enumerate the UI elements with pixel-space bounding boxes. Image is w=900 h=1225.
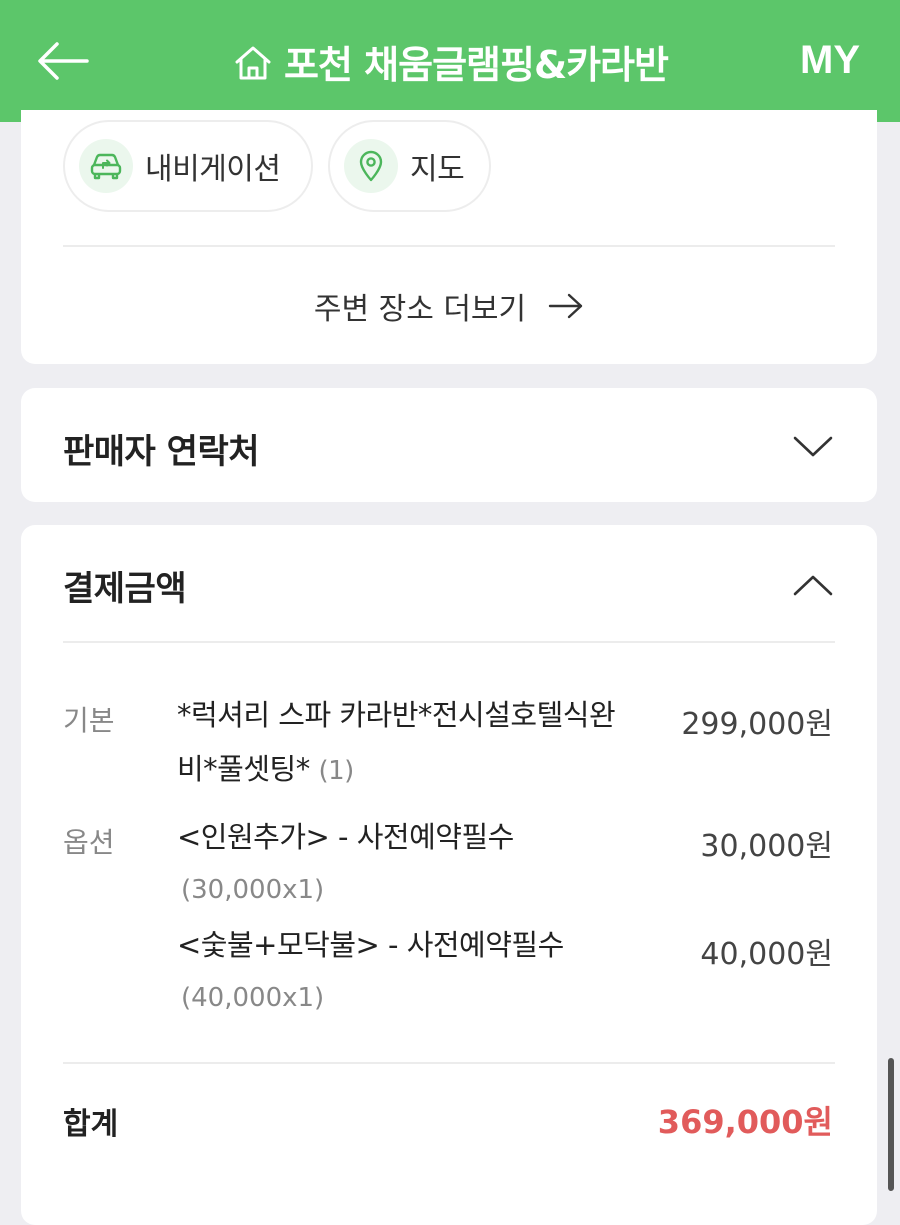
total-price: 369,000원 xyxy=(657,1103,833,1141)
car-route-icon xyxy=(79,139,133,193)
base-item-name-line1: *럭셔리 스파 카라반*전시설호텔식완 xyxy=(177,698,616,732)
navigation-button[interactable]: 내비게이션 xyxy=(63,120,313,212)
app-header: 포천 채움글램핑&카라반 MY xyxy=(0,0,900,122)
my-page-button[interactable]: MY xyxy=(800,30,860,90)
collapse-toggle-button[interactable] xyxy=(789,561,837,609)
payment-title: 결제금액 xyxy=(63,569,187,609)
options-label: 옵션 xyxy=(63,826,115,859)
seller-contact-card[interactable]: 판매자 연락처 xyxy=(21,388,877,502)
page-title: 포천 채움글램핑&카라반 xyxy=(0,0,900,122)
base-item-qty: (1) xyxy=(318,756,354,786)
option-item-price: 30,000원 xyxy=(700,829,833,864)
home-icon xyxy=(232,42,274,84)
scrollbar[interactable] xyxy=(888,1058,894,1191)
base-item-name-line2-text: 비*풀셋팅* xyxy=(177,752,310,786)
location-card: 내비게이션 지도 주변 장소 더보기 xyxy=(21,110,877,364)
expand-toggle-button[interactable] xyxy=(789,422,837,470)
base-item-price: 299,000원 xyxy=(681,707,833,742)
divider xyxy=(63,245,835,247)
map-pin-icon xyxy=(344,139,398,193)
nearby-places-more-link[interactable]: 주변 장소 더보기 xyxy=(21,276,877,336)
option-item-name: <인원추가> - 사전예약필수 xyxy=(177,820,514,854)
total-label: 합계 xyxy=(63,1107,119,1142)
base-item-name: *럭셔리 스파 카라반*전시설호텔식완 비*풀셋팅* (1) xyxy=(177,688,616,798)
page-title-text: 포천 채움글램핑&카라반 xyxy=(284,42,669,87)
chevron-down-icon xyxy=(793,436,833,457)
map-label: 지도 xyxy=(410,152,465,187)
option-item-detail: (40,000x1) xyxy=(181,983,325,1013)
nearby-places-more-label: 주변 장소 더보기 xyxy=(313,292,527,327)
navigation-label: 내비게이션 xyxy=(145,152,281,187)
payment-card: 결제금액 기본 *럭셔리 스파 카라반*전시설호텔식완 비*풀셋팅* (1) 2… xyxy=(21,525,877,1225)
divider xyxy=(63,641,835,643)
option-item-price: 40,000원 xyxy=(700,937,833,972)
seller-contact-title: 판매자 연락처 xyxy=(63,432,260,472)
base-item-name-line2: 비*풀셋팅* (1) xyxy=(177,742,615,798)
option-item-name: <숯불+모닥불> - 사전예약필수 xyxy=(177,928,564,962)
chevron-up-icon xyxy=(793,575,833,596)
option-item-detail: (30,000x1) xyxy=(181,875,325,905)
divider xyxy=(63,1062,835,1064)
arrow-right-icon xyxy=(548,293,583,319)
base-label: 기본 xyxy=(63,704,115,737)
map-button[interactable]: 지도 xyxy=(328,120,491,212)
